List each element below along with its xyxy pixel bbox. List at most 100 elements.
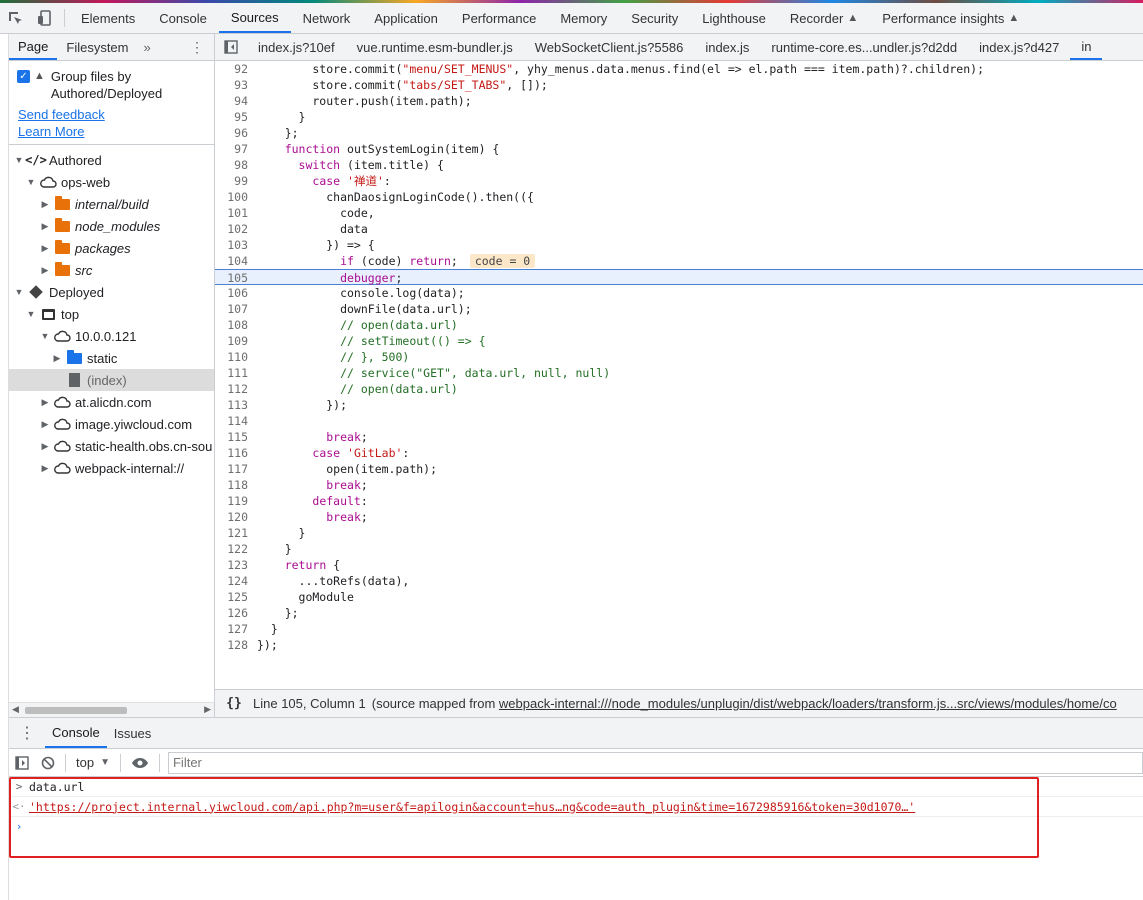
learn-more-link[interactable]: Learn More — [18, 123, 205, 140]
scroll-right-arrow-icon[interactable]: ▶ — [204, 704, 211, 715]
code-line[interactable]: 105 debugger; — [215, 269, 1143, 285]
code-line[interactable]: 99 case '禅道': — [215, 173, 1143, 189]
editor-tab[interactable]: index.js?10ef — [247, 34, 346, 60]
scrollbar-thumb[interactable] — [25, 707, 127, 714]
console-filter-input[interactable]: Filter — [167, 751, 1143, 774]
tree-item-at-alicdn[interactable]: ▶ at.alicdn.com — [9, 391, 214, 413]
line-number[interactable]: 123 — [215, 557, 256, 573]
line-number[interactable]: 98 — [215, 157, 256, 173]
code-line[interactable]: 128}); — [215, 637, 1143, 653]
code-line[interactable]: 121 } — [215, 525, 1143, 541]
code-line[interactable]: 119 default: — [215, 493, 1143, 509]
line-number[interactable]: 122 — [215, 541, 256, 557]
code-line[interactable]: 116 case 'GitLab': — [215, 445, 1143, 461]
tab-filesystem[interactable]: Filesystem — [57, 34, 137, 60]
clear-console-icon[interactable] — [35, 756, 61, 770]
expanded-arrow-icon[interactable]: ▼ — [25, 177, 37, 187]
line-number[interactable]: 96 — [215, 125, 256, 141]
line-number[interactable]: 125 — [215, 589, 256, 605]
pretty-print-button[interactable]: {} — [215, 696, 253, 711]
tab-network[interactable]: Network — [291, 3, 363, 33]
tree-item-host-10-0-0-121[interactable]: ▼ 10.0.0.121 — [9, 325, 214, 347]
line-number[interactable]: 113 — [215, 397, 256, 413]
expanded-arrow-icon[interactable]: ▼ — [13, 287, 25, 297]
collapsed-arrow-icon[interactable]: ▶ — [39, 397, 51, 408]
line-number[interactable]: 117 — [215, 461, 256, 477]
code-line[interactable]: 127 } — [215, 621, 1143, 637]
collapsed-arrow-icon[interactable]: ▶ — [39, 419, 51, 430]
scroll-left-arrow-icon[interactable]: ◀ — [12, 704, 19, 715]
line-number[interactable]: 95 — [215, 109, 256, 125]
code-line[interactable]: 98 switch (item.title) { — [215, 157, 1143, 173]
code-line[interactable]: 93 store.commit("tabs/SET_TABS", []); — [215, 77, 1143, 93]
code-line[interactable]: 104 if (code) return; code = 0 — [215, 253, 1143, 269]
code-line[interactable]: 112 // open(data.url) — [215, 381, 1143, 397]
editor-tab[interactable]: vue.runtime.esm-bundler.js — [346, 34, 524, 60]
code-line[interactable]: 113 }); — [215, 397, 1143, 413]
navigator-horizontal-scrollbar[interactable]: ◀ ▶ — [9, 702, 214, 717]
line-number[interactable]: 121 — [215, 525, 256, 541]
kebab-menu-icon[interactable]: ⋮ — [180, 34, 214, 60]
code-line[interactable]: 117 open(item.path); — [215, 461, 1143, 477]
line-number[interactable]: 104 — [215, 253, 256, 269]
tree-item-image-yiwcloud[interactable]: ▶ image.yiwcloud.com — [9, 413, 214, 435]
tab-sources[interactable]: Sources — [218, 3, 291, 33]
editor-tab[interactable]: index.js?d427 — [968, 34, 1070, 60]
line-number[interactable]: 116 — [215, 445, 256, 461]
tree-item-index[interactable]: (index) — [9, 369, 214, 391]
tab-performance[interactable]: Performance — [450, 3, 548, 33]
code-line[interactable]: 111 // service("GET", data.url, null, nu… — [215, 365, 1143, 381]
tree-item-ops-web[interactable]: ▼ ops-web — [9, 171, 214, 193]
line-number[interactable]: 97 — [215, 141, 256, 157]
code-line[interactable]: 101 code, — [215, 205, 1143, 221]
tree-item-authored[interactable]: ▼ </> Authored — [9, 149, 214, 171]
code-line[interactable]: 96 }; — [215, 125, 1143, 141]
line-number[interactable]: 106 — [215, 285, 256, 301]
device-toolbar-icon[interactable] — [30, 3, 60, 33]
line-number[interactable]: 118 — [215, 477, 256, 493]
tab-performance-insights[interactable]: Performance insights ▲ — [870, 3, 1031, 33]
line-number[interactable]: 94 — [215, 93, 256, 109]
expanded-arrow-icon[interactable]: ▼ — [39, 331, 51, 341]
group-files-checkbox[interactable]: ✓ — [17, 70, 30, 83]
tree-item-node-modules[interactable]: ▶ node_modules — [9, 215, 214, 237]
line-number[interactable]: 99 — [215, 173, 256, 189]
line-number[interactable]: 119 — [215, 493, 256, 509]
code-line[interactable]: 92 store.commit("menu/SET_MENUS", yhy_me… — [215, 61, 1143, 77]
line-number[interactable]: 124 — [215, 573, 256, 589]
tab-lighthouse[interactable]: Lighthouse — [690, 3, 778, 33]
tab-recorder[interactable]: Recorder ▲ — [778, 3, 870, 33]
code-line[interactable]: 109 // setTimeout(() => { — [215, 333, 1143, 349]
line-number[interactable]: 108 — [215, 317, 256, 333]
drawer-tab-console[interactable]: Console — [45, 718, 107, 748]
code-line[interactable]: 114 — [215, 413, 1143, 429]
execution-context-select[interactable]: top ▼ — [70, 755, 116, 770]
code-line[interactable]: 123 return { — [215, 557, 1143, 573]
collapsed-arrow-icon[interactable]: ▶ — [39, 221, 51, 232]
tree-item-static-health[interactable]: ▶ static-health.obs.cn-sou — [9, 435, 214, 457]
collapsed-arrow-icon[interactable]: ▶ — [39, 265, 51, 276]
line-number[interactable]: 110 — [215, 349, 256, 365]
collapsed-arrow-icon[interactable]: ▶ — [51, 353, 63, 364]
code-line[interactable]: 103 }) => { — [215, 237, 1143, 253]
collapsed-arrow-icon[interactable]: ▶ — [39, 199, 51, 210]
code-line[interactable]: 107 downFile(data.url); — [215, 301, 1143, 317]
tree-item-internal-build[interactable]: ▶ internal/build — [9, 193, 214, 215]
console-prompt-row[interactable]: › — [9, 817, 1143, 837]
tree-item-src[interactable]: ▶ src — [9, 259, 214, 281]
drawer-menu-icon[interactable]: ⋮ — [9, 718, 45, 748]
tree-item-packages[interactable]: ▶ packages — [9, 237, 214, 259]
code-line[interactable]: 115 break; — [215, 429, 1143, 445]
tab-security[interactable]: Security — [619, 3, 690, 33]
line-number[interactable]: 103 — [215, 237, 256, 253]
more-tabs-icon[interactable]: » — [138, 34, 157, 60]
line-number[interactable]: 115 — [215, 429, 256, 445]
code-line[interactable]: 95 } — [215, 109, 1143, 125]
tree-item-top[interactable]: ▼ top — [9, 303, 214, 325]
line-number[interactable]: 92 — [215, 61, 256, 77]
tab-elements[interactable]: Elements — [69, 3, 147, 33]
collapsed-arrow-icon[interactable]: ▶ — [39, 463, 51, 474]
code-line[interactable]: 100 chanDaosignLoginCode().then(({ — [215, 189, 1143, 205]
tab-page[interactable]: Page — [9, 34, 58, 60]
line-number[interactable]: 93 — [215, 77, 256, 93]
